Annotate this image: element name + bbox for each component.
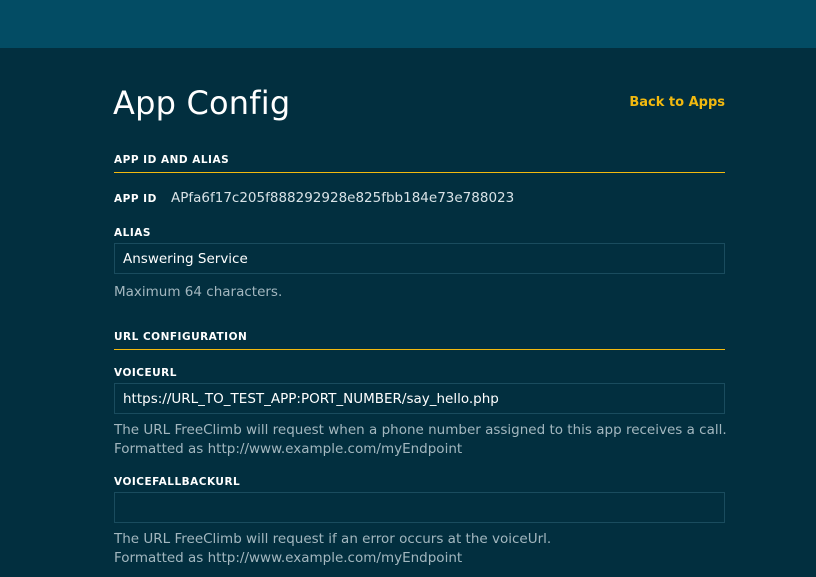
app-id-section-title: APP ID AND ALIAS: [114, 154, 725, 173]
voice-url-help-line2: Formatted as http://www.example.com/myEn…: [114, 441, 463, 457]
alias-help-text: Maximum 64 characters.: [114, 284, 283, 300]
back-to-apps-link[interactable]: Back to Apps: [629, 94, 725, 112]
alias-label: ALIAS: [114, 227, 151, 239]
voice-url-label: VOICEURL: [114, 367, 177, 379]
voice-fallback-url-label: VOICEFALLBACKURL: [114, 476, 241, 488]
voice-fallback-url-input[interactable]: [114, 492, 725, 523]
url-configuration-section-title: URL CONFIGURATION: [114, 331, 725, 350]
alias-input[interactable]: [114, 243, 725, 274]
voice-url-help-line1: The URL FreeClimb will request when a ph…: [114, 422, 727, 438]
voice-fallback-help-line2: Formatted as http://www.example.com/myEn…: [114, 550, 463, 566]
page-title: App Config: [113, 84, 291, 122]
app-id-label: APP ID: [114, 193, 157, 205]
app-id-value: APfa6f17c205f888292928e825fbb184e73e7880…: [171, 190, 515, 206]
voice-url-input[interactable]: [114, 383, 725, 414]
top-navigation-bar: [0, 0, 816, 48]
voice-fallback-help-line1: The URL FreeClimb will request if an err…: [114, 531, 552, 547]
